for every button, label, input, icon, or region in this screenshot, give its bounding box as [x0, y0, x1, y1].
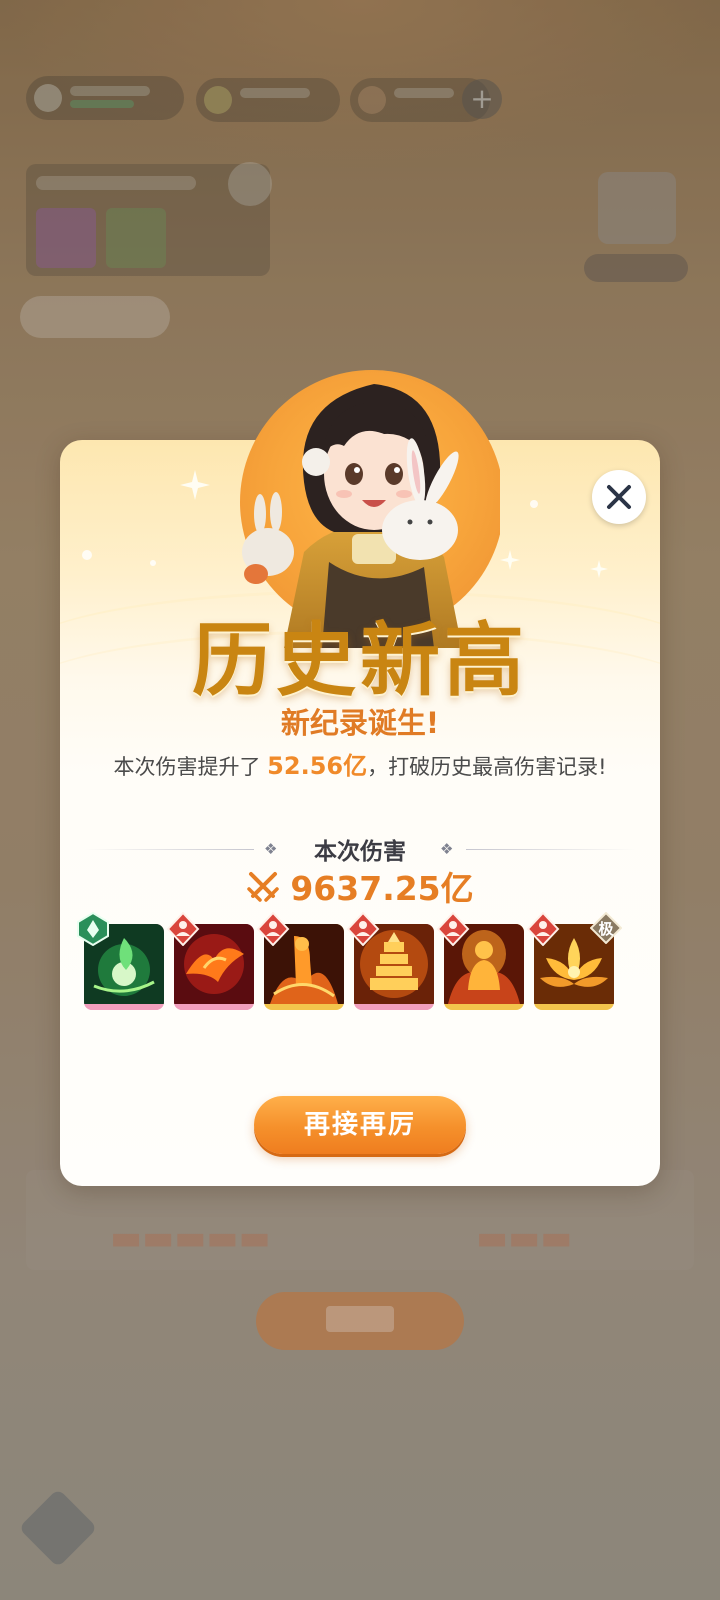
monk-badge-icon — [526, 912, 560, 946]
monk-badge-icon — [436, 912, 470, 946]
green-spirit-skill[interactable] — [77, 912, 164, 1014]
game-screen: + ▬▬▬▬▬ ▬▬▬ 历史新高 新纪录诞生! 本次伤害提升了 52.56亿，打… — [0, 0, 720, 1600]
sparkle-icon — [180, 470, 210, 500]
close-button[interactable] — [592, 470, 646, 524]
divider-line — [466, 849, 636, 850]
skill-list: 极 — [77, 912, 644, 1018]
glow-dot — [82, 550, 92, 560]
crossed-swords-icon — [247, 872, 280, 902]
dialog-title: 历史新高 — [192, 613, 528, 707]
sparkle-icon — [500, 550, 520, 570]
phoenix-skill[interactable] — [166, 912, 254, 1014]
glow-dot — [150, 560, 156, 566]
diamond-icon: ❖ — [440, 840, 454, 858]
damage-section-header: ❖ 本次伤害 ❖ — [84, 834, 636, 865]
glow-dot — [530, 500, 538, 508]
damage-row: 9637.25亿 — [60, 862, 660, 910]
desc-prefix: 本次伤害提升了 — [113, 755, 268, 779]
sparkle-icon — [590, 560, 608, 578]
monk-badge-icon — [346, 912, 380, 946]
golden-lotus-skill[interactable]: 极 — [526, 912, 622, 1014]
damage-increase-value: 52.56亿 — [267, 752, 368, 780]
desc-suffix: ，打破历史最高伤害记录! — [367, 755, 607, 779]
flame-figure-skill[interactable] — [256, 912, 344, 1014]
golden-buddha-skill[interactable] — [436, 912, 524, 1014]
monk-badge-icon — [166, 912, 200, 946]
golden-pagoda-skill[interactable] — [346, 912, 434, 1014]
monk-badge-icon — [256, 912, 290, 946]
close-icon — [607, 485, 631, 509]
nature-badge-icon — [77, 912, 109, 946]
try-again-button[interactable]: 再接再厉 — [254, 1096, 466, 1154]
record-description: 本次伤害提升了 52.56亿，打破历史最高伤害记录! — [60, 746, 660, 781]
tier-label: 极 — [598, 920, 614, 938]
tier-badge-icon: 极 — [590, 912, 622, 944]
damage-value: 9637.25亿 — [290, 869, 474, 908]
record-subtitle: 新纪录诞生! — [280, 706, 440, 740]
